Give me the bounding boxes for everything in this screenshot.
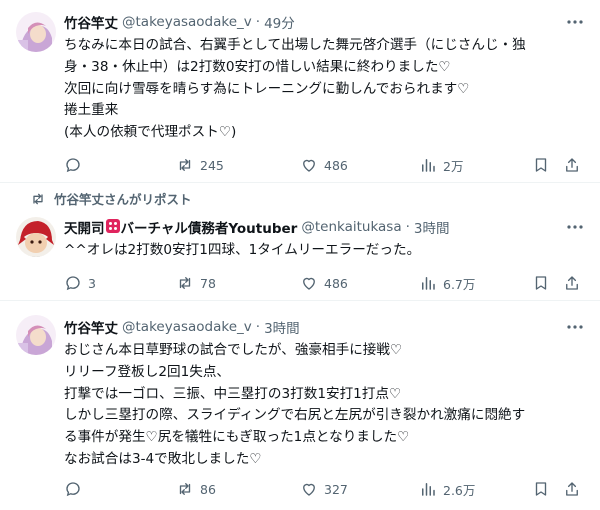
repost-count: 86 — [200, 481, 216, 497]
tweet-line: しかし三塁打の際、スライディングで右尻と左尻が引き裂かれ激痛に悶絶す — [64, 407, 526, 424]
repost-count: 78 — [200, 275, 216, 291]
share-button[interactable] — [563, 479, 581, 499]
tweet-header: 竹谷竿丈 @takeyasaodake_v · 3時間 — [64, 317, 300, 337]
more-icon[interactable] — [566, 13, 584, 31]
views-button[interactable]: 2万 — [419, 155, 463, 175]
views-button[interactable]: 6.7万 — [419, 273, 475, 293]
timestamp[interactable]: 3時間 — [414, 217, 450, 237]
share-button[interactable] — [563, 155, 581, 175]
views-icon — [422, 159, 435, 172]
repost-icon — [179, 483, 191, 495]
more-icon[interactable] — [566, 318, 584, 336]
dice-icon — [105, 219, 120, 233]
share-icon — [566, 158, 578, 172]
views-button[interactable]: 2.6万 — [419, 479, 475, 499]
reply-count: 3 — [88, 275, 96, 291]
reply-button[interactable] — [64, 479, 88, 499]
tweet[interactable]: 竹谷竿丈さんがリポスト 天開司 バーチャル債務者Youtuber @tenkait… — [0, 183, 600, 301]
like-count: 486 — [324, 275, 348, 291]
tweet-text: ^^オレは2打数0安打1四球、1タイムリーエラーだった。 — [64, 240, 584, 262]
bookmark-button[interactable] — [532, 273, 550, 293]
more-icon[interactable] — [566, 218, 584, 236]
like-icon — [303, 277, 315, 290]
tweet-line: 捲土重来 — [64, 102, 119, 119]
bookmark-icon — [535, 158, 547, 172]
tweet-line: ちなみに本日の試合、右翼手として出場した舞元啓介選手（にじさんじ・独 — [64, 37, 526, 53]
tweet-header: 天開司 バーチャル債務者Youtuber @tenkaitukasa · 3時間 — [64, 217, 450, 237]
like-icon — [303, 483, 315, 496]
tweet-text: ちなみに本日の試合、右翼手として出場した舞元啓介選手（にじさんじ・独 身・38・… — [64, 35, 584, 144]
like-button[interactable]: 486 — [300, 273, 348, 293]
tweet-line: 身・38・休止中）は2打数0安打の惜しい結果に終わりました♡ — [64, 58, 451, 75]
views-count: 6.7万 — [443, 276, 476, 292]
reply-button[interactable] — [64, 155, 88, 175]
tweet-line: なお試合は3-4で敗北しました♡ — [64, 450, 262, 467]
tweet[interactable]: 竹谷竿丈 @takeyasaodake_v · 3時間 おじさん本日草野球の試合… — [0, 301, 600, 510]
repost-button[interactable]: 86 — [176, 479, 216, 499]
views-count: 2.6万 — [443, 482, 476, 498]
share-button[interactable] — [563, 273, 581, 293]
separator-dot: · — [255, 14, 261, 30]
tweet-actions: 245 486 2万 — [64, 155, 584, 175]
separator-dot: · — [405, 219, 410, 235]
like-button[interactable]: 486 — [300, 155, 348, 175]
display-name[interactable]: 竹谷竿丈 — [64, 317, 118, 337]
tweet-line: (本人の依頼で代理ポスト♡) — [64, 124, 237, 141]
tweet-line: ^^オレは2打数0安打1四球、1タイムリーエラーだった。 — [64, 242, 421, 258]
bookmark-icon — [535, 482, 547, 496]
like-icon — [303, 159, 315, 172]
display-name-part: 天開司 — [64, 221, 105, 237]
bookmark-button[interactable] — [532, 479, 550, 499]
views-icon — [422, 277, 435, 290]
tweet-line: リリーフ登板し2回1失点、 — [64, 363, 231, 380]
share-icon — [566, 276, 578, 290]
tweet-actions: 86 327 2.6万 — [64, 479, 584, 499]
repost-icon — [33, 193, 43, 204]
share-icon — [566, 482, 578, 496]
user-handle[interactable]: @tenkaitukasa — [301, 219, 401, 235]
tweet-line: る事件が発生♡尻を犠牲にもぎ取った1点となりました♡ — [64, 429, 410, 446]
repost-count: 245 — [200, 157, 224, 173]
repost-button[interactable]: 78 — [176, 273, 216, 293]
display-name-part: バーチャル債務者Youtuber — [120, 221, 298, 237]
tweet-header: 竹谷竿丈 @takeyasaodake_v · 49分 — [64, 12, 295, 32]
display-name[interactable]: 竹谷竿丈 — [64, 12, 118, 32]
bookmark-button[interactable] — [532, 155, 550, 175]
reply-icon — [66, 276, 80, 291]
views-count: 2万 — [443, 158, 464, 174]
like-count: 327 — [324, 481, 348, 497]
user-handle[interactable]: @takeyasaodake_v — [122, 14, 252, 30]
repost-icon — [179, 277, 191, 289]
repost-button[interactable]: 245 — [176, 155, 224, 175]
user-handle[interactable]: @takeyasaodake_v — [122, 319, 252, 335]
display-name[interactable]: 天開司 バーチャル債務者Youtuber — [64, 217, 297, 237]
tweet[interactable]: 竹谷竿丈 @takeyasaodake_v · 49分 ちなみに本日の試合、右翼… — [0, 0, 600, 183]
tweet-line: 次回に向け雪辱を晴らす為にトレーニングに勤しんでおられます♡ — [64, 80, 470, 97]
repost-icon — [179, 159, 191, 171]
views-icon — [422, 483, 435, 496]
timestamp[interactable]: 49分 — [264, 12, 295, 32]
tweet-line: 打撃では一ゴロ、三振、中三塁打の3打数1安打1打点♡ — [64, 385, 402, 402]
repost-indicator[interactable]: 竹谷竿丈さんがリポスト — [30, 189, 192, 208]
reply-icon — [66, 482, 80, 497]
tweet-line: おじさん本日草野球の試合でしたが、強豪相手に接戦♡ — [64, 342, 403, 358]
avatar[interactable] — [16, 315, 56, 355]
avatar[interactable] — [16, 12, 56, 52]
timestamp[interactable]: 3時間 — [264, 317, 300, 337]
separator-dot: · — [255, 319, 261, 335]
avatar[interactable] — [16, 217, 56, 257]
tweet-actions: 3 78 486 6.7万 — [64, 273, 584, 293]
like-count: 486 — [324, 157, 348, 173]
reply-button[interactable]: 3 — [64, 273, 96, 293]
tweet-text: おじさん本日草野球の試合でしたが、強豪相手に接戦♡ リリーフ登板し2回1失点、 … — [64, 340, 584, 471]
like-button[interactable]: 327 — [300, 479, 348, 499]
reply-icon — [66, 158, 80, 173]
repost-label: 竹谷竿丈さんがリポスト — [54, 192, 192, 207]
bookmark-icon — [535, 276, 547, 290]
